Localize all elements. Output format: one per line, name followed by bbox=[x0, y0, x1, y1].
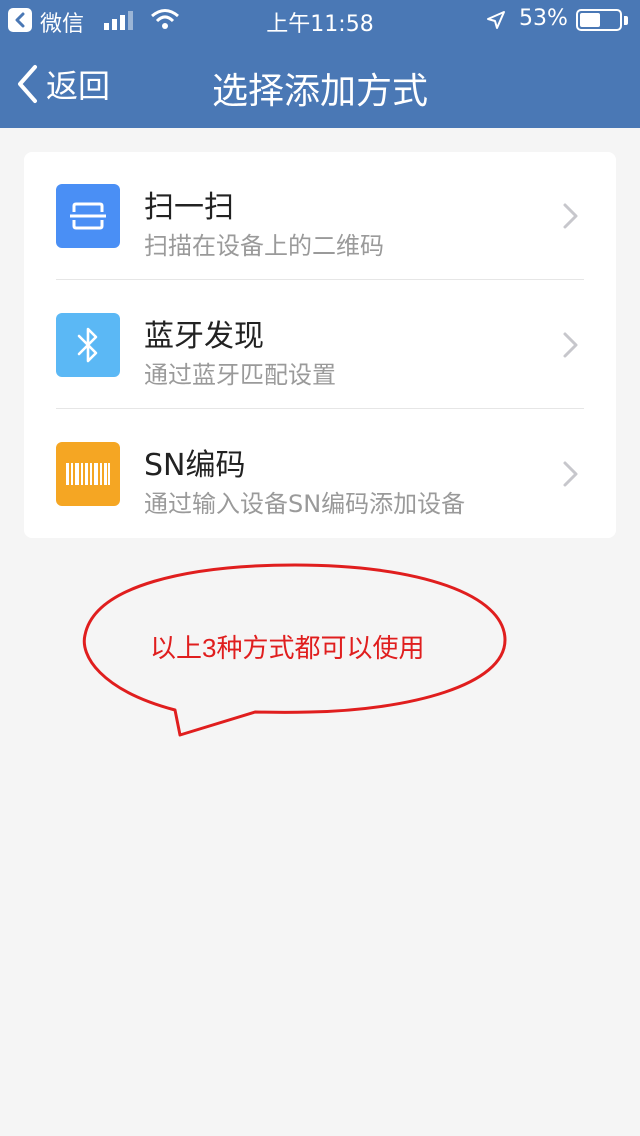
location-icon bbox=[487, 11, 505, 29]
battery-icon bbox=[576, 9, 622, 31]
option-scan[interactable]: 扫一扫 扫描在设备上的二维码 bbox=[24, 152, 616, 280]
bluetooth-icon bbox=[56, 313, 120, 377]
navigation-bar: 返回 选择添加方式 bbox=[0, 40, 640, 128]
option-subtitle: 扫描在设备上的二维码 bbox=[144, 232, 384, 260]
option-title: SN编码 bbox=[144, 448, 246, 483]
chevron-right-icon bbox=[563, 203, 578, 229]
option-sn-code[interactable]: SN编码 通过输入设备SN编码添加设备 bbox=[24, 410, 616, 538]
option-title: 扫一扫 bbox=[144, 190, 234, 225]
chevron-right-icon bbox=[563, 461, 578, 487]
chevron-right-icon bbox=[563, 332, 578, 358]
divider bbox=[56, 279, 584, 280]
option-subtitle: 通过输入设备SN编码添加设备 bbox=[144, 490, 466, 518]
option-title: 蓝牙发现 bbox=[144, 319, 264, 354]
top-bar: 微信 上午11:58 53% 返回 选择添加方式 bbox=[0, 0, 640, 128]
divider bbox=[56, 408, 584, 409]
annotation-text: 以上3种方式都可以使用 bbox=[150, 633, 425, 663]
scan-icon bbox=[56, 184, 120, 248]
option-subtitle: 通过蓝牙匹配设置 bbox=[144, 361, 336, 389]
battery-percentage: 53% bbox=[519, 6, 568, 31]
add-method-list: 扫一扫 扫描在设备上的二维码 蓝牙发现 通过蓝牙匹配设置 SN编码 通过输入设备… bbox=[24, 152, 616, 538]
battery-level bbox=[580, 13, 600, 27]
barcode-icon bbox=[56, 442, 120, 506]
battery-tip bbox=[624, 16, 628, 25]
status-bar: 微信 上午11:58 53% bbox=[0, 0, 640, 40]
option-bluetooth[interactable]: 蓝牙发现 通过蓝牙匹配设置 bbox=[24, 281, 616, 409]
page-title: 选择添加方式 bbox=[211, 71, 428, 112]
